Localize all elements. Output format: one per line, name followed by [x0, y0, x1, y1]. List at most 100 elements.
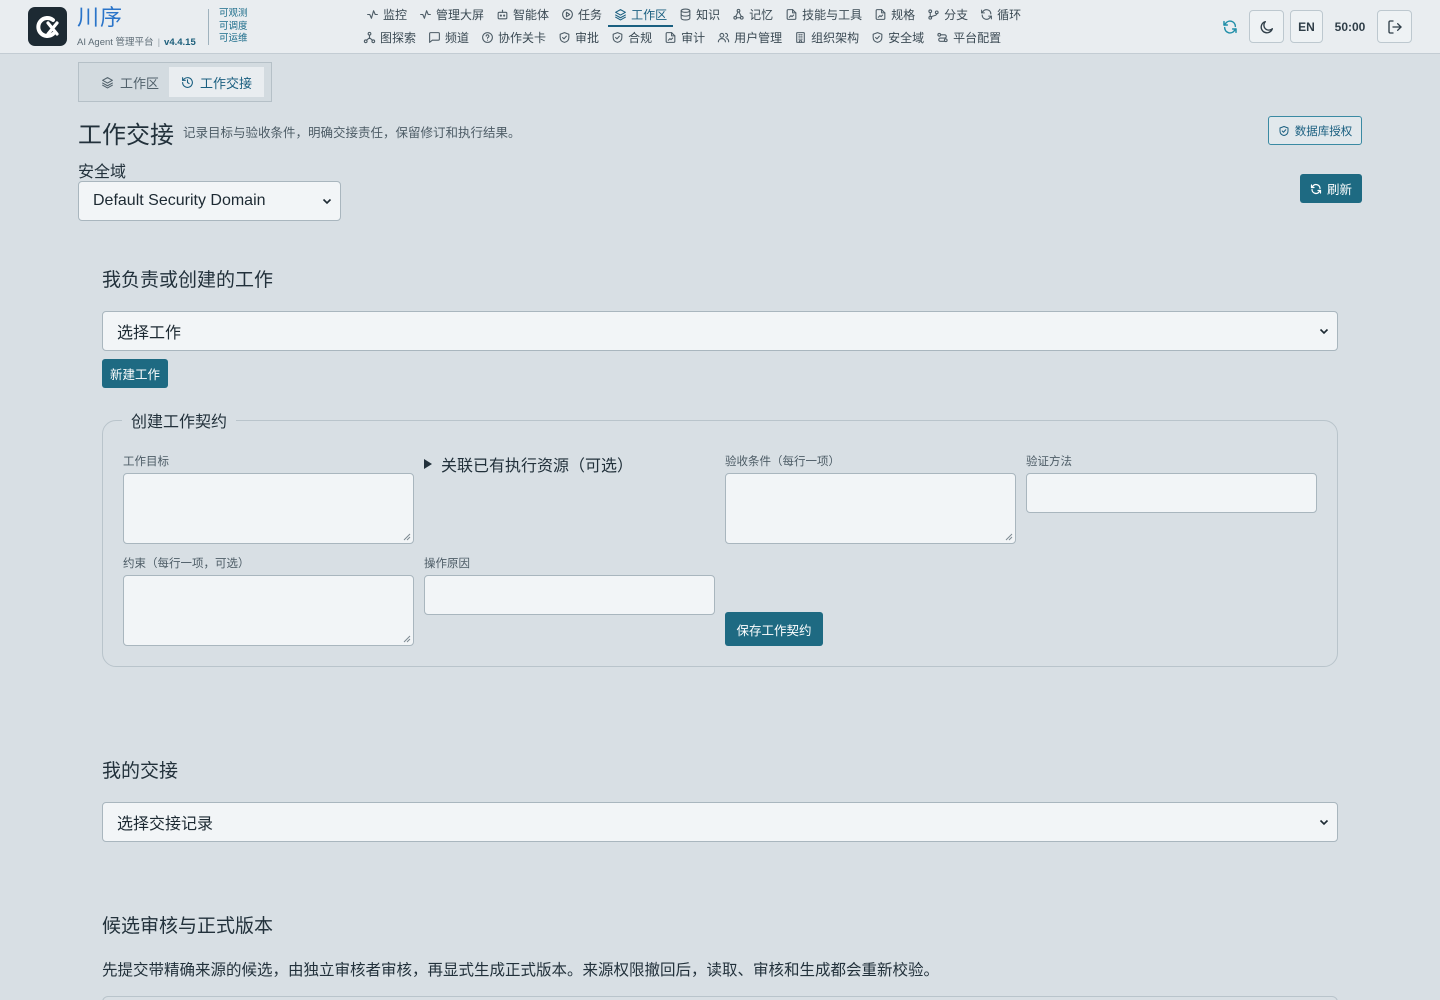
nav-item-row2-5[interactable]: 审计: [658, 27, 711, 47]
work-select-value: 选择工作: [117, 325, 182, 342]
chevron-down-icon: [322, 198, 332, 205]
nav-item-row1-8[interactable]: 规格: [868, 4, 921, 24]
nav-item-label: 知识: [696, 7, 721, 22]
work-contract-legend: 创建工作契约: [122, 408, 237, 432]
nav-item-row1-0[interactable]: 监控: [360, 4, 413, 24]
trait-label: 可运维: [219, 33, 248, 44]
nav-item-row2-9[interactable]: 平台配置: [930, 27, 1007, 47]
link-resources-toggle[interactable]: 关联已有执行资源（可选）: [424, 452, 633, 476]
brand-logo[interactable]: [28, 7, 67, 46]
nav-item-row2-6[interactable]: 用户管理: [711, 27, 788, 47]
nav-item-label: 用户管理: [734, 30, 783, 45]
verification-method-input[interactable]: [1026, 473, 1317, 513]
nav-item-row2-8[interactable]: 安全域: [865, 27, 930, 47]
tab-work-handoff[interactable]: 工作交接: [169, 67, 265, 97]
shield-check-icon: [872, 31, 883, 43]
moon-icon: [1260, 20, 1273, 33]
resize-grip-icon[interactable]: [403, 635, 411, 643]
activity-icon: [420, 9, 431, 19]
page-subtitle: 记录目标与验收条件，明确交接责任，保留修订和执行结果。: [183, 126, 521, 140]
layers-icon: [102, 76, 113, 88]
nav-item-row2-0[interactable]: 图探索: [357, 27, 422, 47]
brand-traits: 可观测 可调度 可运维: [219, 8, 248, 46]
database-authorization-button[interactable]: 数据库授权: [1268, 116, 1362, 145]
settings-route-icon: [937, 32, 948, 42]
loop-icon: [981, 8, 993, 20]
activity-icon: [367, 9, 378, 19]
nav-item-row2-3[interactable]: 审批: [552, 27, 605, 47]
nav-item-label: 技能与工具: [802, 7, 863, 22]
logout-icon: [1387, 19, 1402, 34]
my-handoffs-section-title: 我的交接: [102, 761, 179, 782]
constraints-textarea[interactable]: [123, 575, 414, 646]
nav-item-row1-3[interactable]: 任务: [555, 4, 608, 24]
graph-icon: [363, 31, 376, 43]
review-section-description: 先提交带精确来源的候选，由独立审核者审核，再显式生成正式版本。来源权限撤回后，读…: [102, 962, 940, 979]
work-goal-textarea[interactable]: [123, 473, 414, 544]
resize-grip-icon[interactable]: [1005, 533, 1013, 541]
acceptance-criteria-textarea[interactable]: [725, 473, 1016, 544]
tab-workspace[interactable]: 工作区: [83, 67, 169, 97]
nav-item-label: 工作区: [631, 8, 668, 22]
nav-item-row2-2[interactable]: 协作关卡: [475, 27, 552, 47]
nav-item-label: 管理大屏: [436, 7, 485, 22]
refresh-icon: [1310, 183, 1322, 194]
bot-icon: [497, 9, 508, 19]
chevron-down-icon: [1319, 328, 1329, 335]
save-work-contract-button[interactable]: 保存工作契约: [725, 612, 823, 646]
sync-button[interactable]: [1214, 10, 1246, 43]
trait-label: 可调度: [219, 20, 248, 32]
link-resources-label: 关联已有执行资源（可选）: [441, 458, 634, 475]
nav-item-row1-1[interactable]: 管理大屏: [413, 4, 490, 24]
nodes-icon: [733, 8, 744, 20]
nav-item-row2-1[interactable]: 频道: [422, 27, 475, 47]
nav-item-row1-9[interactable]: 分支: [921, 4, 974, 24]
nav-item-label: 安全域: [888, 30, 925, 45]
brand-name: 川序: [77, 5, 124, 30]
nav-item-row1-5[interactable]: 知识: [673, 4, 726, 24]
nav-item-row2-7[interactable]: 组织架构: [788, 27, 865, 47]
trait-label: 可观测: [219, 8, 248, 19]
review-section-title: 候选审核与正式版本: [102, 916, 274, 937]
nav-item-row1-10[interactable]: 循环: [974, 4, 1027, 24]
users-icon: [717, 32, 730, 42]
nav-item-row2-4[interactable]: 合规: [605, 27, 658, 47]
review-panel: [102, 996, 1338, 1000]
file-sign-icon: [665, 31, 676, 43]
sync-icon: [1223, 19, 1237, 34]
tab-label: 工作交接: [200, 75, 253, 91]
operation-reason-input[interactable]: [424, 575, 715, 615]
handoff-select[interactable]: 选择交接记录: [102, 802, 1338, 842]
database-authorization-label: 数据库授权: [1294, 125, 1353, 138]
theme-toggle-button[interactable]: [1249, 10, 1284, 43]
nav-item-label: 智能体: [513, 7, 550, 22]
nav-item-label: 审计: [681, 30, 706, 45]
security-domain-label: 安全域: [78, 164, 127, 181]
refresh-button[interactable]: 刷新: [1300, 174, 1362, 203]
nav-item-row1-4[interactable]: 工作区: [608, 4, 674, 27]
nav-item-label: 频道: [445, 30, 470, 45]
constraints-label: 约束（每行一项，可选）: [123, 558, 250, 570]
new-work-button[interactable]: 新建工作: [102, 359, 168, 388]
acceptance-criteria-label: 验收条件（每行一项）: [725, 456, 840, 468]
nav-item-label: 任务: [578, 7, 603, 22]
file-sign-icon: [786, 8, 797, 20]
resize-grip-icon[interactable]: [403, 533, 411, 541]
nav-item-label: 组织架构: [811, 30, 860, 45]
language-toggle-button[interactable]: EN: [1290, 10, 1323, 43]
nav-item-label: 规格: [891, 7, 916, 22]
nav-item-row1-6[interactable]: 记忆: [726, 4, 779, 24]
chat-icon: [429, 31, 440, 43]
work-goal-label: 工作目标: [123, 456, 169, 468]
logout-button[interactable]: [1377, 10, 1412, 43]
nav-item-label: 图探索: [380, 30, 417, 45]
work-select[interactable]: 选择工作: [102, 311, 1338, 351]
brand-subtitle: AI Agent 管理平台 | v4.4.15: [77, 34, 196, 48]
nav-item-row1-7[interactable]: 技能与工具: [779, 4, 868, 24]
security-domain-select[interactable]: Default Security Domain: [78, 181, 341, 221]
play-circle-icon: [562, 8, 573, 20]
nav-item-row1-2[interactable]: 智能体: [490, 4, 555, 24]
workspace-tabs: 工作区 工作交接: [78, 62, 272, 102]
layers-icon: [615, 9, 626, 21]
chevron-down-icon: [1319, 819, 1329, 826]
